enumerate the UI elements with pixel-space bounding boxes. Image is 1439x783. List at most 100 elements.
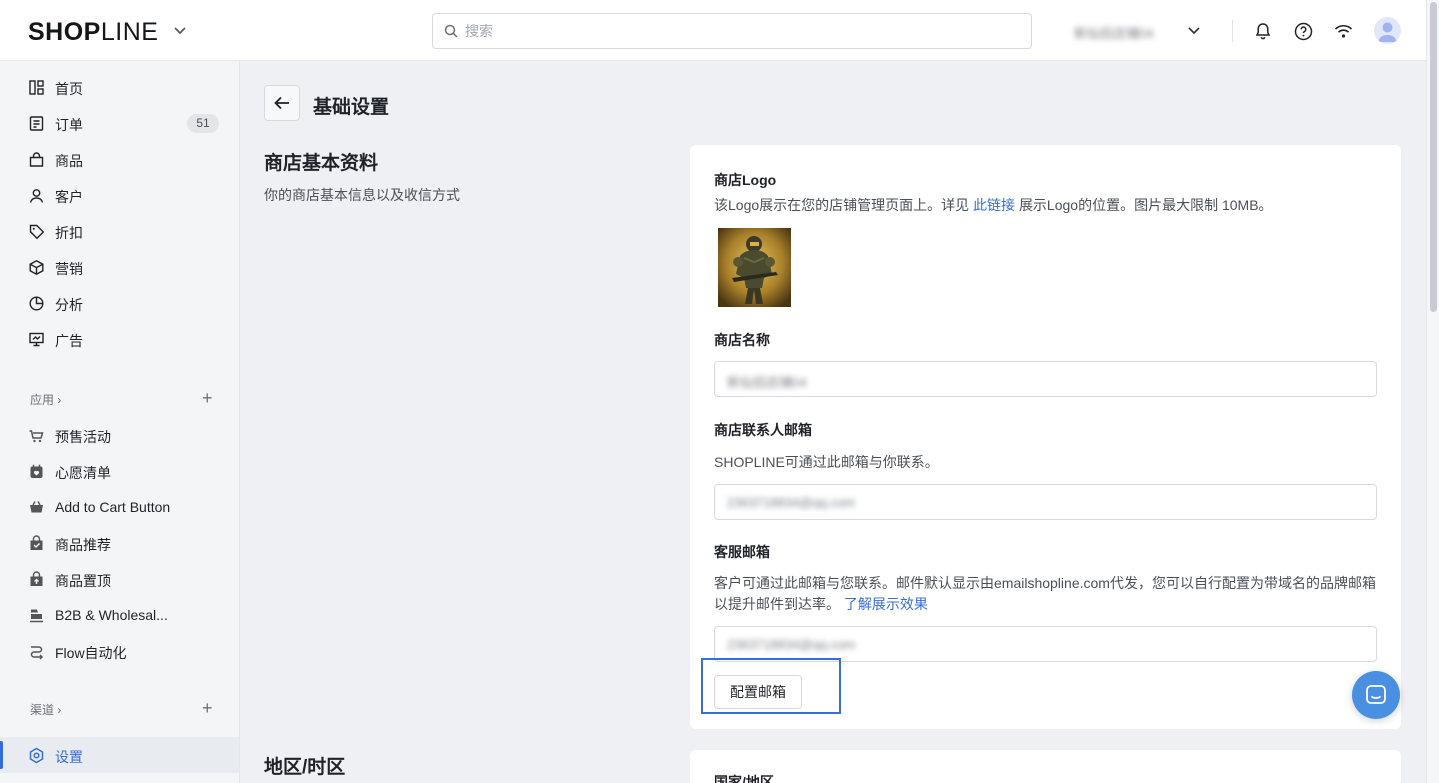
top-bar: SHOPLINE 新仙侣店铺04 [0,0,1426,61]
sidebar-app-b2b[interactable]: B2B & Wholesal... [0,599,239,631]
add-app-icon[interactable]: + [202,388,213,409]
sidebar-item-label: 折扣 [55,225,83,241]
sidebar-item-label: 广告 [55,333,83,349]
tag-icon [29,224,45,240]
sidebar-item-label: 营销 [55,261,83,277]
search-input[interactable] [465,20,1015,42]
sidebar-item-label: 客户 [55,189,83,205]
chevron-down-icon[interactable] [172,22,188,38]
sidebar-item-orders[interactable]: 订单 51 [0,107,239,139]
logo-help-prefix: 该Logo展示在您的店铺管理页面上。详见 [714,197,970,213]
sidebar-item-label: 商品 [55,153,83,169]
wifi-icon[interactable] [1332,20,1354,42]
active-indicator [0,741,3,769]
chat-icon [1366,685,1386,704]
bell-icon[interactable] [1252,20,1274,42]
sidebar-app-flow[interactable]: Flow自动化 [0,635,239,667]
service-email-label: 客服邮箱 [714,544,770,560]
channels-section-title[interactable]: 渠道 › + [30,698,230,721]
sidebar: 首页 订单 51 商品 客户 折扣 营销 分析 广告 应用 › + 预售活动 心… [0,61,240,783]
service-email-preview-link[interactable]: 了解展示效果 [844,596,928,612]
user-icon [29,189,44,203]
channels-title-text: 渠道 › [30,703,62,717]
section-desc-basic-info: 你的商店基本信息以及收信方式 [264,187,460,203]
logo-help: 该Logo展示在您的店铺管理页面上。详见 此链接 展示Logo的位置。图片最大限… [714,195,1379,216]
contact-email-label: 商店联系人邮箱 [714,422,812,438]
avatar-icon[interactable] [1374,17,1401,44]
sidebar-app-recommend[interactable]: 商品推荐 [0,527,239,559]
order-icon [29,116,44,131]
service-email-value: 2363718834@qq.com [727,637,856,652]
sidebar-app-presale[interactable]: 预售活动 [0,419,239,451]
country-region-label: 国家/地区 [714,774,774,783]
sidebar-item-home[interactable]: 首页 [0,71,239,103]
configure-email-button[interactable]: 配置邮箱 [714,675,802,709]
page-title: 基础设置 [313,97,390,118]
sidebar-item-label: 首页 [55,81,83,97]
section-title-region-timezone: 地区/时区 [264,757,346,778]
sidebar-item-products[interactable]: 商品 [0,143,239,175]
store-name-value: 新仙侣店铺04 [727,375,807,390]
sidebar-item-label: Flow自动化 [55,645,127,661]
sidebar-item-customers[interactable]: 客户 [0,179,239,211]
arrow-left-icon [274,96,289,110]
store-logo-image[interactable] [718,228,791,307]
sidebar-item-label: Add to Cart Button [55,499,171,515]
sidebar-item-analytics[interactable]: 分析 [0,287,239,319]
search-icon [444,24,458,38]
sidebar-item-label: B2B & Wholesal... [55,607,168,623]
box-icon [29,260,44,275]
sidebar-app-add-to-cart[interactable]: Add to Cart Button [0,491,239,523]
region-card: 国家/地区 [690,750,1401,783]
basic-info-card: 商店Logo 该Logo展示在您的店铺管理页面上。详见 此链接 展示Logo的位… [690,145,1401,729]
wishlist-icon [30,464,43,478]
logo-help-link[interactable]: 此链接 [973,197,1015,213]
store-name-label: 商店名称 [714,332,770,348]
contact-email-help: SHOPLINE可通过此邮箱与你联系。 [714,454,939,470]
recommend-icon [30,535,43,550]
logo-thin-text: LINE [100,18,159,46]
sidebar-item-marketing[interactable]: 营销 [0,251,239,283]
sidebar-item-settings[interactable]: 设置 [0,737,239,773]
sidebar-item-label: 商品推荐 [55,537,111,553]
shopline-logo[interactable]: SHOPLINE [28,18,158,47]
section-title-basic-info: 商店基本资料 [264,153,379,174]
sidebar-app-pin-top[interactable]: 商品置顶 [0,563,239,595]
sidebar-item-label: 分析 [55,297,83,313]
store-switcher[interactable]: 新仙侣店铺04 [1074,20,1204,42]
pin-icon [30,571,43,586]
contact-email-input[interactable]: 2363718834@qq.com [714,484,1377,520]
page-scrollbar[interactable] [1426,0,1439,783]
store-name-input[interactable]: 新仙侣店铺04 [714,361,1377,397]
service-email-help-text: 客户可通过此邮箱与您联系。邮件默认显示由emailshopline.com代发，… [714,575,1376,612]
pie-icon [29,296,44,311]
contact-email-value: 2363718834@qq.com [727,495,856,510]
logo-help-suffix: 展示Logo的位置。图片最大限制 10MB。 [1018,197,1273,213]
cart-icon [30,501,43,513]
divider [1232,20,1233,42]
main-content: 基础设置 商店基本资料 你的商店基本信息以及收信方式 商店Logo 该Logo展… [240,61,1426,783]
logo-bold-text: SHOP [28,18,101,46]
scroll-thumb[interactable] [1430,2,1437,312]
gear-icon [29,747,44,764]
sidebar-item-discounts[interactable]: 折扣 [0,215,239,247]
apps-section-title[interactable]: 应用 › + [30,388,230,411]
sidebar-item-label: 预售活动 [55,429,111,445]
chat-support-button[interactable] [1352,671,1400,719]
chevron-down-icon [1188,27,1200,35]
b2b-icon [30,609,43,623]
sidebar-app-wishlist[interactable]: 心愿清单 [0,455,239,487]
sidebar-item-ads[interactable]: 广告 [0,323,239,355]
logo-label: 商店Logo [714,172,777,188]
help-icon[interactable] [1292,20,1314,42]
flow-icon [30,646,44,660]
back-button[interactable] [264,85,300,121]
sidebar-item-label: 商品置顶 [55,573,111,589]
add-channel-icon[interactable]: + [202,698,213,719]
sidebar-item-label: 心愿清单 [55,465,111,481]
order-count-badge: 51 [187,114,219,133]
service-email-input[interactable]: 2363718834@qq.com [714,626,1377,662]
search-box[interactable] [432,13,1032,49]
store-name-text: 新仙侣店铺04 [1074,26,1154,41]
bag-icon [29,152,44,167]
